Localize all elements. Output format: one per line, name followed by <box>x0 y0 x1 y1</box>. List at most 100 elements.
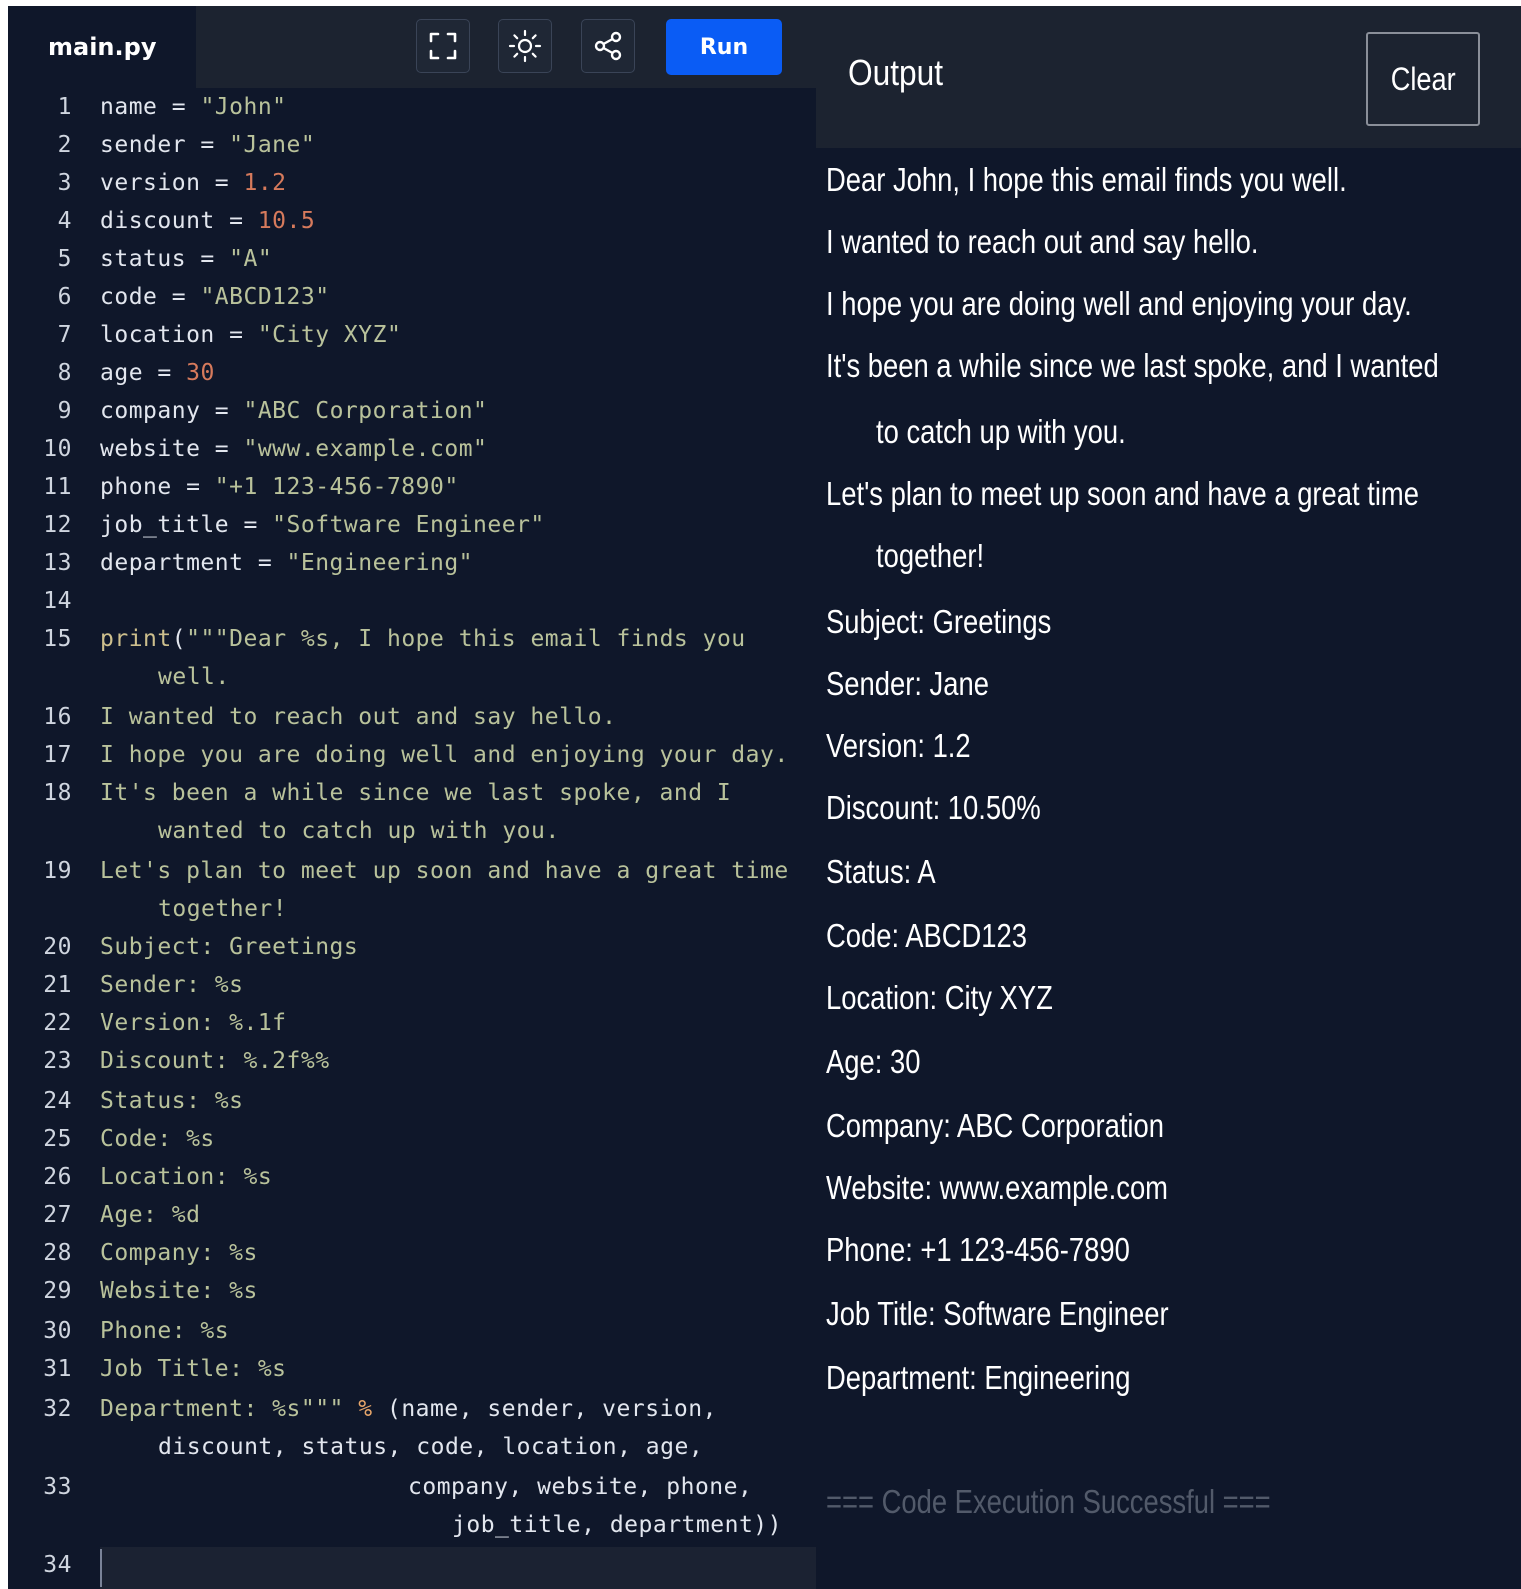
output-line: Subject: Greetings <box>826 603 1052 640</box>
output-line: Location: City XYZ <box>826 979 1053 1016</box>
code-token: discount, status, code, location, age, <box>158 1434 704 1460</box>
code-token: I hope you are doing well and enjoying y… <box>100 742 789 768</box>
line-number: 21 <box>43 972 72 998</box>
code-token: Let's plan to meet up soon and have a gr… <box>100 858 789 884</box>
code-text: I wanted to reach out and say hello. <box>100 698 617 736</box>
code-token: "A" <box>229 246 273 272</box>
code-text: department = "Engineering" <box>100 544 473 582</box>
code-token: Website: %s <box>100 1278 258 1304</box>
code-token: wanted to catch up with you. <box>158 818 560 844</box>
code-text: Version: %.1f <box>100 1004 287 1042</box>
code-text: Phone: %s <box>100 1312 229 1350</box>
output-line: Code: ABCD123 <box>826 917 1027 954</box>
code-editor-panel: main.py Run 1 name = "John" 2 sender = "… <box>8 6 816 1589</box>
code-text: version = 1.2 <box>100 164 287 202</box>
code-token: (name, sender, version, <box>372 1396 717 1422</box>
code-text: Job Title: %s <box>100 1350 287 1388</box>
code-text: company = "ABC Corporation" <box>100 392 487 430</box>
clear-button-label: Clear <box>1390 60 1456 97</box>
code-text: well. <box>158 658 230 696</box>
line-number: 16 <box>43 704 72 730</box>
code-token: company, website, phone, <box>408 1474 753 1500</box>
code-token: Location: %s <box>100 1164 273 1190</box>
code-text: job_title = "Software Engineer" <box>100 506 545 544</box>
share-button[interactable] <box>581 19 635 73</box>
code-token: "ABCD123" <box>200 284 330 310</box>
code-text: discount, status, code, location, age, <box>158 1428 703 1466</box>
theme-toggle-button[interactable] <box>498 19 552 73</box>
line-number: 13 <box>43 550 72 576</box>
line-number: 25 <box>43 1126 72 1152</box>
code-text: sender = "Jane" <box>100 126 315 164</box>
code-text: company, website, phone, <box>408 1468 752 1506</box>
line-number: 27 <box>43 1202 72 1228</box>
code-token: Discount: %.2f%% <box>100 1048 330 1074</box>
code-token: Age: %d <box>100 1202 201 1228</box>
line-number: 1 <box>57 94 72 120</box>
code-token: Version: %.1f <box>100 1010 287 1036</box>
line-number: 6 <box>57 284 72 310</box>
line-number: 32 <box>43 1396 72 1422</box>
fullscreen-icon <box>429 32 457 60</box>
output-line: Website: www.example.com <box>826 1169 1168 1206</box>
code-text: Status: %s <box>100 1082 243 1120</box>
code-token: code = <box>100 284 201 310</box>
code-token: Job Title: %s <box>100 1356 287 1382</box>
line-number: 9 <box>57 398 72 424</box>
file-tab[interactable]: main.py <box>8 6 196 88</box>
code-token: Code: %s <box>100 1126 215 1152</box>
output-line: Discount: 10.50% <box>826 789 1041 826</box>
output-line: to catch up with you. <box>876 413 1126 450</box>
line-number: 3 <box>57 170 72 196</box>
line-number: 18 <box>43 780 72 806</box>
output-line: Let's plan to meet up soon and have a gr… <box>826 475 1419 512</box>
line-number: 22 <box>43 1010 72 1036</box>
code-token: job_title = <box>100 512 273 538</box>
output-line: Version: 1.2 <box>826 727 971 764</box>
code-token: age = <box>100 360 187 386</box>
code-token: status = <box>100 246 230 272</box>
code-token: Status: %s <box>100 1088 244 1114</box>
line-number: 7 <box>57 322 72 348</box>
line-number: 8 <box>57 360 72 386</box>
line-number: 17 <box>43 742 72 768</box>
fullscreen-button[interactable] <box>416 19 470 73</box>
code-token: It's been a while since we last spoke, a… <box>100 780 732 806</box>
editor-toolbar: main.py Run <box>8 6 816 88</box>
active-line-highlight <box>100 1547 816 1589</box>
clear-button[interactable]: Clear <box>1366 32 1480 126</box>
line-number: 11 <box>43 474 72 500</box>
line-number: 26 <box>43 1164 72 1190</box>
code-token: "Jane" <box>229 132 316 158</box>
code-token: "John" <box>200 94 287 120</box>
code-text: I hope you are doing well and enjoying y… <box>100 736 789 774</box>
code-token: I wanted to reach out and say hello. <box>100 704 617 730</box>
code-token: website = <box>100 436 244 462</box>
code-text: Discount: %.2f%% <box>100 1042 330 1080</box>
line-number: 23 <box>43 1048 72 1074</box>
code-token: "+1 123-456-7890" <box>214 474 459 500</box>
code-text: wanted to catch up with you. <box>158 812 560 850</box>
code-text: age = 30 <box>100 354 215 392</box>
code-token: department = <box>100 550 287 576</box>
run-button[interactable]: Run <box>666 19 782 75</box>
output-line: I wanted to reach out and say hello. <box>826 223 1259 260</box>
code-text: Subject: Greetings <box>100 928 358 966</box>
code-token: discount = <box>100 208 258 234</box>
online-python-compiler: main.py Run 1 name = "John" 2 sender = "… <box>8 6 1521 1589</box>
code-text: website = "www.example.com" <box>100 430 487 468</box>
sun-icon <box>508 29 542 63</box>
share-icon <box>594 31 622 61</box>
line-number: 5 <box>57 246 72 272</box>
code-text: name = "John" <box>100 88 287 126</box>
execution-status: === Code Execution Successful === <box>826 1483 1271 1520</box>
output-line: Status: A <box>826 853 936 890</box>
code-area[interactable]: 1 name = "John" 2 sender = "Jane" 3 version =… <box>8 88 816 1589</box>
code-token: "City XYZ" <box>257 322 402 348</box>
code-token: Company: %s <box>100 1240 258 1266</box>
code-token: name = <box>100 94 201 120</box>
output-line: Phone: +1 123-456-7890 <box>826 1231 1130 1268</box>
line-number: 19 <box>43 858 72 884</box>
line-number: 2 <box>57 132 72 158</box>
